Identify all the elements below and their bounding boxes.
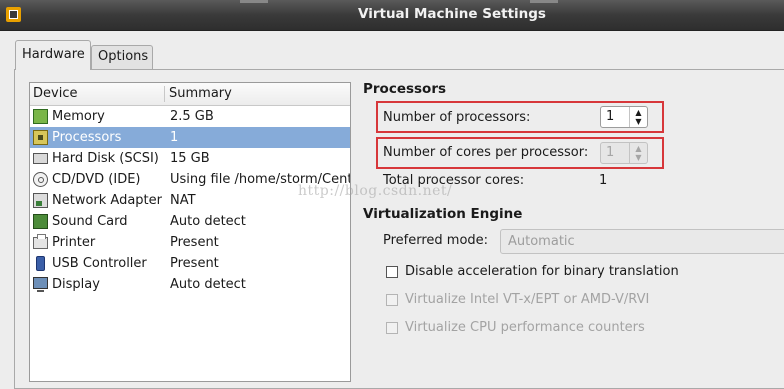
device-name: Hard Disk (SCSI) <box>52 151 159 166</box>
cores-per-processor-label: Number of cores per processor: <box>383 145 589 160</box>
device-list[interactable]: Device Summary Memory 2.5 GB Processors … <box>29 82 351 382</box>
num-processors-label: Number of processors: <box>383 110 531 125</box>
watermark-text: http://blog.csdn.net/ <box>298 183 453 199</box>
device-name: Sound Card <box>52 214 128 229</box>
device-row-sound-card[interactable]: Sound Card Auto detect <box>30 211 350 232</box>
device-summary: 1 <box>170 130 179 145</box>
preferred-mode-value: Automatic <box>508 234 575 249</box>
cores-per-processor-value: 1 <box>606 145 615 160</box>
tab-options[interactable]: Options <box>91 45 153 69</box>
sound-card-icon <box>33 214 48 229</box>
printer-icon <box>33 234 48 249</box>
disable-acceleration-label[interactable]: Disable acceleration for binary translat… <box>405 264 679 279</box>
total-cores-value: 1 <box>599 173 608 188</box>
device-row-printer[interactable]: Printer Present <box>30 232 350 253</box>
usb-controller-icon <box>36 256 45 271</box>
cores-per-processor-spinner[interactable]: 1 ▲ ▼ <box>600 142 648 164</box>
hard-disk-icon <box>33 153 48 164</box>
virtualize-perf-counters-label[interactable]: Virtualize CPU performance counters <box>405 320 645 335</box>
spinner-arrows-icon[interactable]: ▲ ▼ <box>629 107 647 127</box>
spinner-arrows-icon[interactable]: ▲ ▼ <box>629 143 647 163</box>
device-summary: 15 GB <box>170 151 210 166</box>
virtualization-section-title: Virtualization Engine <box>363 206 523 222</box>
device-summary: NAT <box>170 193 196 208</box>
device-name: Printer <box>52 235 96 250</box>
device-row-processors[interactable]: Processors 1 <box>30 127 350 148</box>
virtualize-vtx-label[interactable]: Virtualize Intel VT-x/EPT or AMD-V/RVI <box>405 292 649 307</box>
title-bar[interactable]: Virtual Machine Settings <box>0 0 784 31</box>
column-header-summary[interactable]: Summary <box>169 86 232 101</box>
device-name: Display <box>52 277 100 292</box>
device-summary: Present <box>170 256 219 271</box>
virtualize-vtx-checkbox[interactable] <box>386 294 398 306</box>
tab-hardware[interactable]: Hardware <box>15 40 91 70</box>
num-processors-value: 1 <box>606 109 615 124</box>
column-separator[interactable] <box>164 86 165 102</box>
titlebar-decoration <box>240 0 268 3</box>
device-row-display[interactable]: Display Auto detect <box>30 274 350 295</box>
preferred-mode-select[interactable]: Automatic <box>500 229 784 254</box>
device-row-usb-controller[interactable]: USB Controller Present <box>30 253 350 274</box>
preferred-mode-label: Preferred mode: <box>383 233 489 248</box>
disable-acceleration-checkbox[interactable] <box>386 266 398 278</box>
memory-icon <box>33 109 48 124</box>
device-row-hard-disk[interactable]: Hard Disk (SCSI) 15 GB <box>30 148 350 169</box>
device-name: CD/DVD (IDE) <box>52 172 141 187</box>
list-header: Device Summary <box>30 83 350 106</box>
titlebar-decoration <box>530 0 558 3</box>
display-icon <box>33 277 48 292</box>
device-summary: 2.5 GB <box>170 109 214 124</box>
network-adapter-icon <box>33 193 48 208</box>
cd-dvd-icon <box>33 172 48 187</box>
device-summary: Present <box>170 235 219 250</box>
device-name: Memory <box>52 109 105 124</box>
device-summary: Auto detect <box>170 214 246 229</box>
num-processors-spinner[interactable]: 1 ▲ ▼ <box>600 106 648 128</box>
device-name: Processors <box>52 130 122 145</box>
processors-section-title: Processors <box>363 81 447 97</box>
device-summary: Auto detect <box>170 277 246 292</box>
virtualize-perf-counters-checkbox[interactable] <box>386 322 398 334</box>
column-header-device[interactable]: Device <box>33 86 77 101</box>
device-row-memory[interactable]: Memory 2.5 GB <box>30 106 350 127</box>
device-name: Network Adapter <box>52 193 162 208</box>
device-name: USB Controller <box>52 256 147 271</box>
processor-icon <box>33 130 48 145</box>
window-title: Virtual Machine Settings <box>358 6 546 22</box>
